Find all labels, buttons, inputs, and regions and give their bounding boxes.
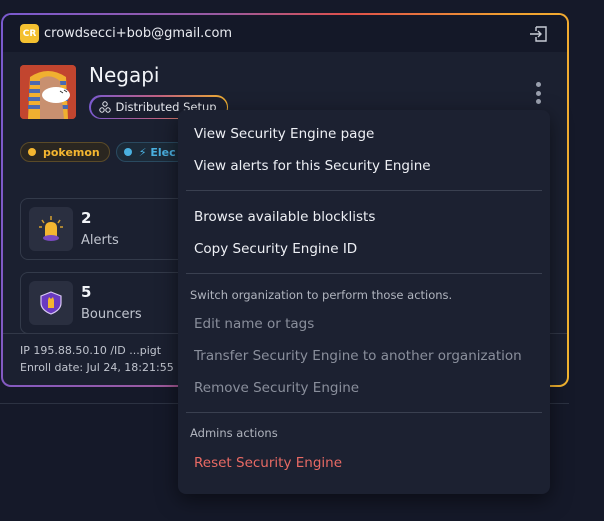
menu-section-header-switch-org: Switch organization to perform those act… xyxy=(190,288,453,302)
org-avatar: CR xyxy=(20,24,39,43)
tag-label: ⚡ Elec xyxy=(138,145,176,159)
alerts-label: Alerts xyxy=(81,233,119,248)
menu-item-transfer-security-engine: Transfer Security Engine to another orga… xyxy=(194,348,522,364)
tag-dot xyxy=(28,148,36,156)
user-email: crowdsecci+bob@gmail.com xyxy=(44,26,233,41)
card-header: CR crowdsecci+bob@gmail.com xyxy=(3,15,567,52)
menu-item-reset-security-engine[interactable]: Reset Security Engine xyxy=(194,455,342,471)
menu-divider xyxy=(186,190,542,191)
menu-item-view-alerts[interactable]: View alerts for this Security Engine xyxy=(194,158,431,174)
menu-divider xyxy=(186,273,542,274)
tag-electric: ⚡ Elec xyxy=(115,142,186,162)
kebab-dot xyxy=(535,82,541,87)
network-icon xyxy=(98,101,111,113)
alerts-count: 2 xyxy=(81,209,92,227)
siren-icon xyxy=(29,207,73,251)
tag-list: pokemon ⚡ Elec xyxy=(20,142,186,162)
menu-item-browse-blocklists[interactable]: Browse available blocklists xyxy=(194,209,375,225)
enroll-date-text: Enroll date: Jul 24, 18:21:55 xyxy=(20,361,174,374)
bouncer-shield-icon xyxy=(29,281,73,325)
alerts-stat[interactable]: 2 Alerts xyxy=(20,198,200,260)
ip-id-text: IP 195.88.50.10 /ID ...pigt xyxy=(20,344,162,357)
menu-divider xyxy=(186,412,542,413)
menu-item-edit-name-tags: Edit name or tags xyxy=(194,316,315,332)
more-options-button[interactable] xyxy=(535,82,541,104)
bouncers-label: Bouncers xyxy=(81,307,142,322)
logout-icon[interactable] xyxy=(529,24,549,44)
menu-section-header-admins: Admins actions xyxy=(190,426,278,440)
security-engine-name: Negapi xyxy=(89,63,160,87)
bouncers-count: 5 xyxy=(81,283,92,301)
tag-label: pokemon xyxy=(43,145,100,159)
security-engine-actions-menu: View Security Engine page View alerts fo… xyxy=(178,110,550,494)
menu-item-view-security-engine-page[interactable]: View Security Engine page xyxy=(194,126,374,142)
kebab-dot xyxy=(535,90,541,96)
tag-pokemon: pokemon xyxy=(20,142,110,162)
security-engine-avatar xyxy=(20,65,76,119)
menu-item-remove-security-engine: Remove Security Engine xyxy=(194,380,360,396)
menu-item-copy-id[interactable]: Copy Security Engine ID xyxy=(194,241,357,257)
kebab-dot xyxy=(535,99,541,104)
tag-dot xyxy=(123,148,132,156)
bouncers-stat[interactable]: 5 Bouncers xyxy=(20,272,200,334)
